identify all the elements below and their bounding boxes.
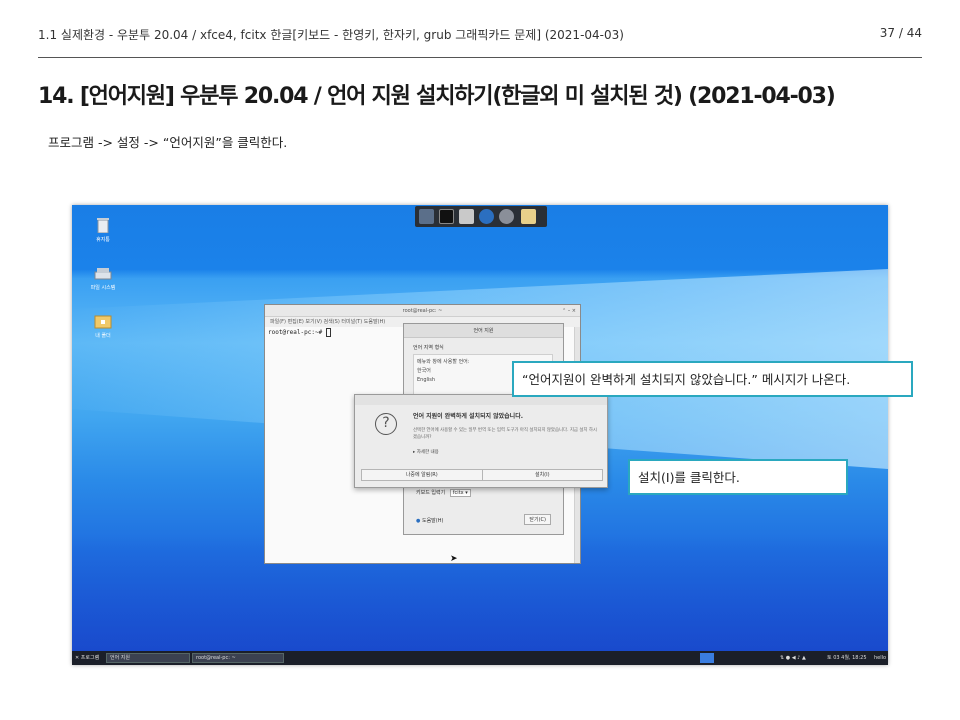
keyboard-input-select[interactable]: fcitx ▾ bbox=[449, 489, 471, 497]
desktop-icon-label: 내 폴더 bbox=[95, 333, 111, 339]
user-name[interactable]: hello bbox=[874, 651, 886, 665]
tray-icons[interactable]: ⇅ ● ◀ ♪ ▲ bbox=[780, 651, 806, 665]
dialog-body: 선택한 언어에 사용할 수 있는 일부 번역 또는 입력 도구가 아직 설치되지… bbox=[413, 428, 597, 440]
taskbar-item-terminal[interactable]: root@real-pc: ~ bbox=[192, 653, 284, 663]
page-number: 37 / 44 bbox=[879, 26, 922, 40]
search-icon[interactable] bbox=[499, 209, 514, 224]
mouse-cursor-icon: ➤ bbox=[450, 554, 458, 564]
monitor-icon[interactable] bbox=[419, 209, 434, 224]
terminal-titlebar[interactable]: root@real-pc: ~ ⌃ – × bbox=[265, 305, 580, 317]
taskbar-item-language[interactable]: 언어 지원 bbox=[106, 653, 190, 663]
dialog-heading: 언어 지원이 완벽하게 설치되지 않았습니다. bbox=[413, 413, 523, 420]
install-button[interactable]: 설치(I) bbox=[481, 470, 603, 480]
header-divider bbox=[38, 57, 922, 58]
folder-icon[interactable] bbox=[521, 209, 536, 224]
help-icon: ● bbox=[416, 518, 421, 524]
question-icon: ? bbox=[375, 413, 397, 435]
remind-later-button[interactable]: 나중에 알림(R) bbox=[362, 470, 482, 480]
language-window-tabs[interactable]: 언어 지역 형식 bbox=[413, 344, 444, 351]
programs-menu-button[interactable]: ✕ 프로그램 bbox=[75, 651, 99, 665]
workspace-icon[interactable] bbox=[700, 653, 714, 663]
instruction-text: 프로그램 -> 설정 -> “언어지원”을 클릭한다. bbox=[48, 135, 288, 150]
callout-message: “언어지원이 완벽하게 설치되지 않았습니다.” 메시지가 나온다. bbox=[512, 361, 913, 397]
close-button[interactable]: 닫기(C) bbox=[524, 514, 551, 525]
drive-icon bbox=[94, 268, 112, 280]
clock[interactable]: 토 03 4월, 18:25 bbox=[827, 651, 867, 665]
help-button[interactable]: ● 도움말(H) bbox=[416, 517, 443, 524]
desktop-screenshot: 휴지통 파일 시스템 내 폴더 root@real-pc: ~ ⌃ – × 파일… bbox=[72, 205, 888, 665]
dialog-buttons: 나중에 알림(R) 설치(I) bbox=[361, 469, 603, 481]
desktop-icon-home[interactable]: 내 폴더 bbox=[88, 313, 118, 339]
callout-install: 설치(I)를 클릭한다. bbox=[628, 459, 848, 495]
home-folder-icon bbox=[94, 315, 112, 329]
desktop-icon-label: 휴지통 bbox=[96, 237, 110, 243]
language-window-titlebar[interactable]: 언어 지원 bbox=[404, 324, 563, 338]
desktop-icon-filesystem[interactable]: 파일 시스템 bbox=[88, 265, 118, 291]
page-header: 1.1 실제환경 - 우분투 20.04 / xfce4, fcitx 한글[키… bbox=[38, 26, 922, 46]
taskbar: ✕ 프로그램 언어 지원 root@real-pc: ~ ⇅ ● ◀ ♪ ▲ 토… bbox=[72, 651, 888, 665]
globe-icon[interactable] bbox=[479, 209, 494, 224]
top-dock bbox=[415, 206, 547, 227]
window-controls-icon[interactable]: ⌃ – × bbox=[562, 305, 576, 317]
home-icon[interactable] bbox=[459, 209, 474, 224]
keyboard-input-row: 키보드 입력기 fcitx ▾ bbox=[416, 489, 471, 497]
details-expander[interactable]: ▸ 자세한 내용 bbox=[413, 449, 439, 455]
breadcrumb: 1.1 실제환경 - 우분투 20.04 / xfce4, fcitx 한글[키… bbox=[38, 28, 624, 42]
desktop-icon-trash[interactable]: 휴지통 bbox=[88, 217, 118, 243]
incomplete-install-dialog[interactable]: ? 언어 지원이 완벽하게 설치되지 않았습니다. 선택한 언어에 사용할 수 … bbox=[354, 394, 608, 488]
trash-icon bbox=[97, 218, 109, 233]
terminal-icon[interactable] bbox=[439, 209, 454, 224]
keyboard-input-label: 키보드 입력기 bbox=[416, 490, 446, 496]
desktop-icon-label: 파일 시스템 bbox=[90, 285, 116, 291]
page-title: 14. [언어지원] 우분투 20.04 / 언어 지원 설치하기(한글외 미 … bbox=[38, 84, 836, 109]
language-window-title: 언어 지원 bbox=[473, 328, 494, 334]
terminal-title: root@real-pc: ~ bbox=[402, 308, 443, 314]
